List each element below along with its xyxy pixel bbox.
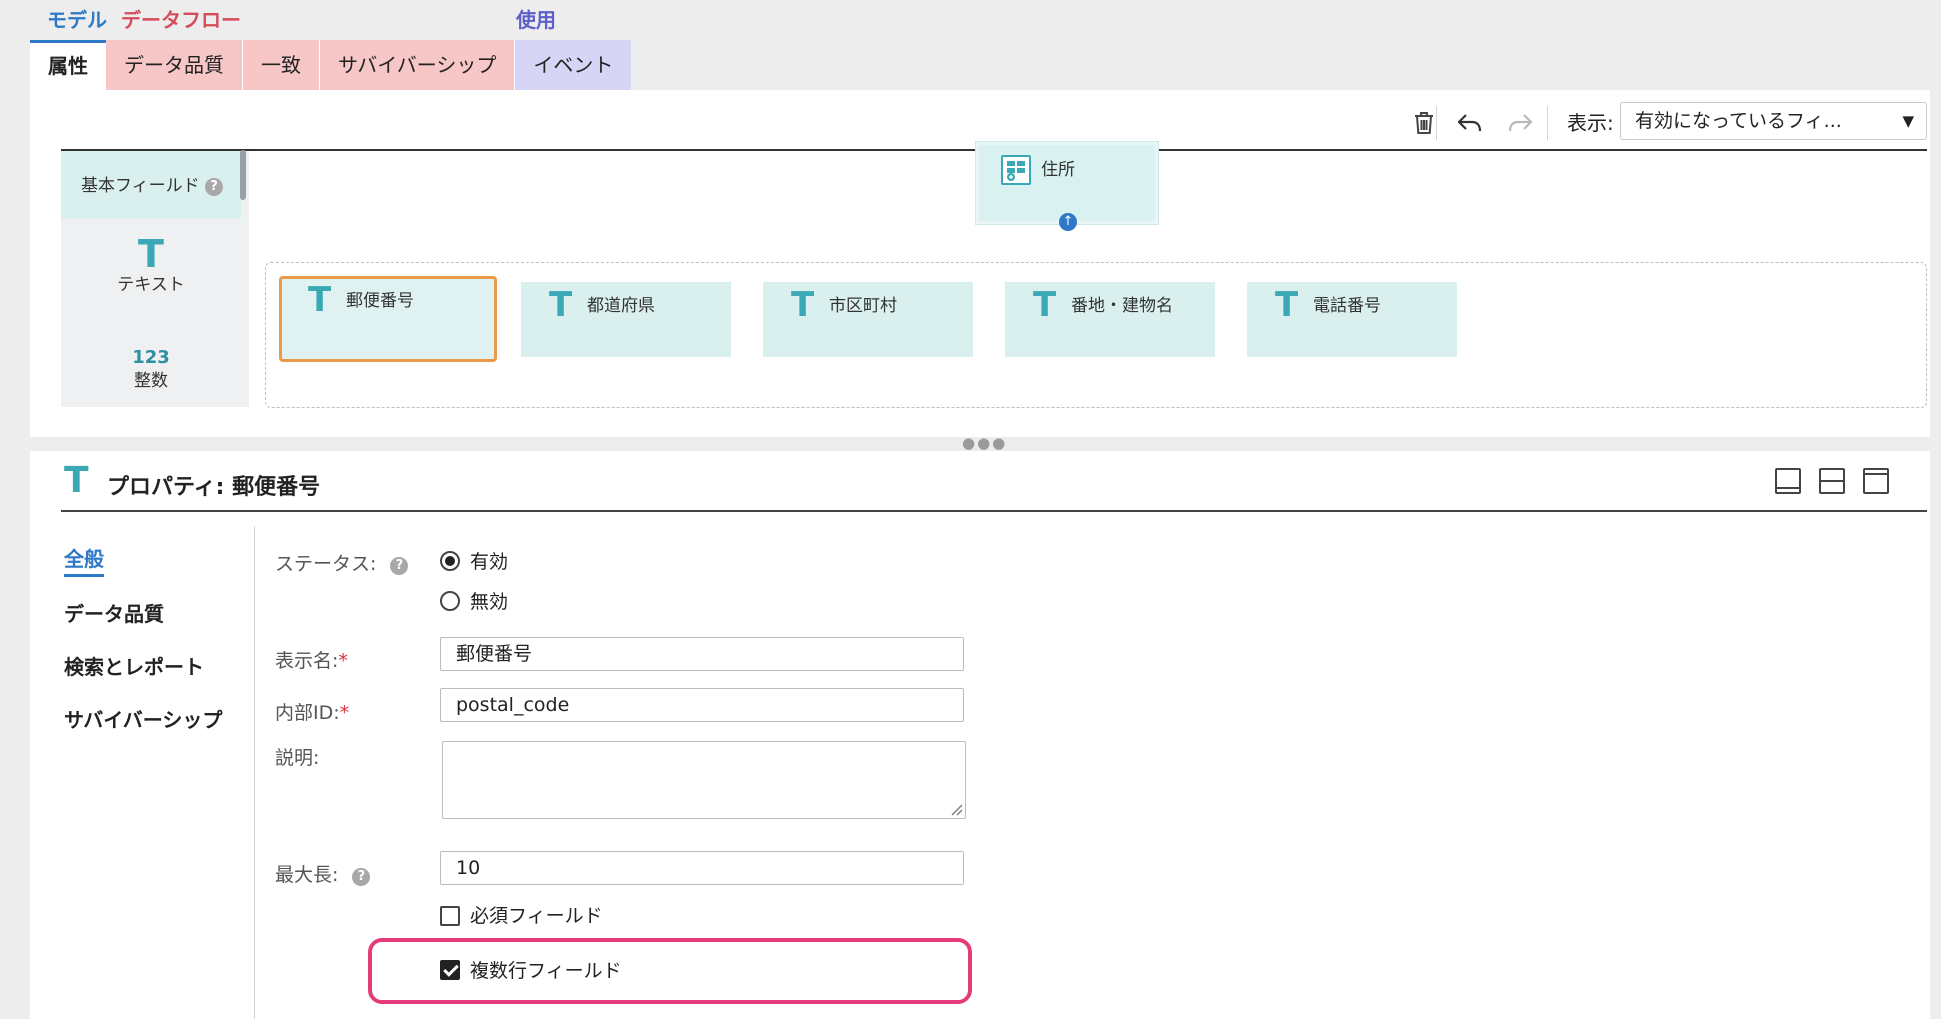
toolbar-divider [1547, 106, 1548, 140]
description-field[interactable] [442, 741, 966, 819]
nav-divider [254, 526, 255, 1019]
properties-panel: T プロパティ: 郵便番号 全般 データ品質 検索とレポート サバイバーシップ … [30, 451, 1930, 1019]
text-type-icon: T [64, 460, 89, 501]
field-node-label: 郵便番号 [346, 291, 414, 311]
layout-bottom-icon[interactable] [1775, 468, 1801, 494]
description-label: 説明: [275, 747, 320, 769]
drag-handle-icon[interactable]: ●●● [962, 434, 1007, 452]
model-editor-panel: 表示: 有効になっているフィ... ▼ 基本フィールド ? T テキスト 123… [30, 90, 1930, 437]
max-length-label-text: 最大長: [275, 864, 339, 886]
nav-data-quality[interactable]: データ品質 [64, 598, 164, 627]
tab-survivorship[interactable]: サバイバーシップ [320, 40, 516, 90]
help-icon[interactable]: ? [352, 868, 371, 886]
tab-match[interactable]: 一致 [243, 40, 320, 90]
palette-scrollbar[interactable] [240, 150, 246, 200]
text-type-icon: T [791, 285, 815, 325]
palette-item-label: 整数 [134, 371, 168, 391]
highlight-box [368, 938, 972, 1004]
max-length-label: 最大長: ? [275, 860, 371, 887]
internal-id-label-text: 内部ID: [275, 702, 340, 724]
required-field-label: 必須フィールド [470, 905, 603, 927]
group-node-label: 住所 [1041, 160, 1075, 180]
category-usage: 使用 [516, 8, 556, 32]
layout-top-icon[interactable] [1863, 468, 1889, 494]
text-type-icon: T [308, 280, 332, 320]
toolbar-divider [1436, 106, 1437, 140]
field-node-label: 番地・建物名 [1071, 296, 1173, 316]
status-active-radio[interactable] [440, 551, 460, 571]
display-name-field[interactable]: 郵便番号 [440, 637, 964, 671]
required-field-checkbox[interactable] [440, 906, 460, 926]
field-node-prefecture[interactable]: T 都道府県 [521, 282, 731, 357]
text-type-icon: T [1033, 285, 1057, 325]
tab-data-quality[interactable]: データ品質 [106, 40, 243, 90]
status-label-text: ステータス: [275, 553, 377, 575]
required-asterisk: * [338, 650, 348, 672]
chevron-down-icon: ▼ [1902, 112, 1914, 130]
tab-bar: 属性 データ品質 一致 サバイバーシップ イベント [30, 40, 632, 90]
field-palette: 基本フィールド ? T テキスト 123 整数 [61, 151, 249, 407]
arrow-up-icon[interactable]: ↑ [1059, 213, 1077, 231]
max-length-field[interactable]: 10 [440, 851, 964, 885]
palette-header: 基本フィールド ? [61, 151, 241, 219]
group-field-icon [1001, 155, 1031, 185]
show-filter-select[interactable]: 有効になっているフィ... ▼ [1620, 102, 1927, 140]
palette-item-label: テキスト [117, 275, 185, 295]
help-icon[interactable]: ? [205, 178, 224, 196]
palette-item-text[interactable]: T テキスト [61, 235, 241, 297]
category-model: モデル [47, 8, 107, 32]
show-filter-value: 有効になっているフィ... [1635, 110, 1842, 132]
tab-events[interactable]: イベント [515, 40, 632, 90]
undo-icon[interactable] [1452, 105, 1488, 141]
layout-split-icon[interactable] [1819, 468, 1845, 494]
panel-splitter[interactable]: ●●● [30, 434, 1930, 452]
status-label: ステータス: ? [275, 549, 409, 576]
display-name-label: 表示名:* [275, 646, 348, 673]
palette-item-integer[interactable]: 123 整数 [61, 347, 241, 393]
nav-general[interactable]: 全般 [64, 543, 104, 577]
field-node-city[interactable]: T 市区町村 [763, 282, 973, 357]
resize-grip-icon[interactable] [949, 802, 963, 816]
field-node-label: 電話番号 [1313, 296, 1381, 316]
field-node-phone[interactable]: T 電話番号 [1247, 282, 1457, 357]
display-name-label-text: 表示名: [275, 650, 339, 672]
status-active-label: 有効 [470, 551, 509, 573]
field-node-street-building[interactable]: T 番地・建物名 [1005, 282, 1215, 357]
field-node-label: 市区町村 [829, 296, 897, 316]
group-children-container: T 郵便番号 T 都道府県 T 市区町村 T 番地・建物名 T 電話番号 [265, 262, 1927, 408]
integer-type-icon: 123 [132, 347, 170, 368]
redo-icon[interactable] [1502, 105, 1538, 141]
internal-id-label: 内部ID:* [275, 698, 349, 725]
status-inactive-radio[interactable] [440, 591, 460, 611]
nav-search-report[interactable]: 検索とレポート [64, 651, 204, 680]
text-type-icon: T [549, 285, 573, 325]
help-icon[interactable]: ? [390, 557, 409, 575]
field-node-postal-code[interactable]: T 郵便番号 [279, 276, 497, 362]
properties-title: プロパティ: 郵便番号 [107, 475, 321, 500]
tab-attributes[interactable]: 属性 [30, 40, 106, 90]
field-node-label: 都道府県 [587, 296, 655, 316]
show-filter-label: 表示: [1567, 111, 1614, 135]
text-type-icon: T [138, 232, 164, 276]
internal-id-field[interactable]: postal_code [440, 688, 964, 722]
required-asterisk: * [339, 702, 350, 724]
nav-survivorship[interactable]: サバイバーシップ [64, 704, 222, 733]
category-dataflow: データフロー [121, 8, 241, 32]
text-type-icon: T [1275, 285, 1299, 325]
group-node-address[interactable]: 住所 ↑ [976, 142, 1158, 231]
palette-header-label: 基本フィールド [81, 176, 200, 196]
status-inactive-label: 無効 [470, 591, 509, 613]
properties-divider-line [61, 510, 1927, 512]
